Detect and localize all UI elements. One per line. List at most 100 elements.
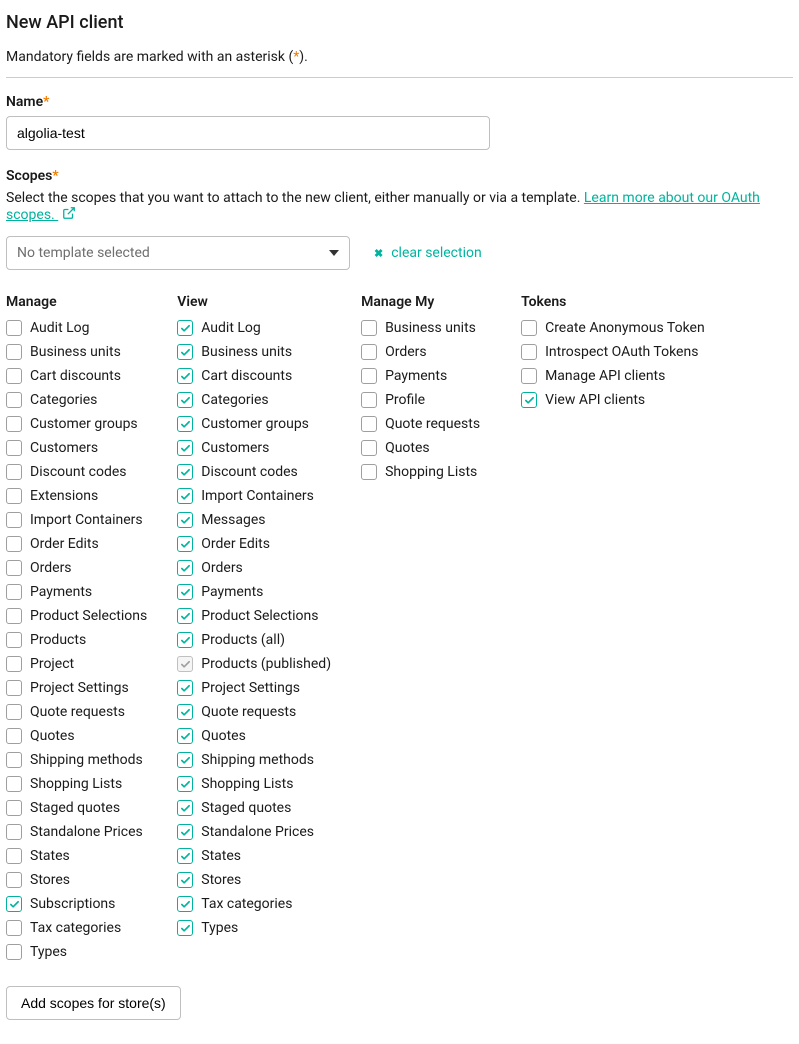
checkbox[interactable] — [6, 896, 22, 912]
checkbox[interactable] — [177, 416, 193, 432]
scope-manage-5[interactable]: Customers — [6, 440, 147, 456]
scope-view-2[interactable]: Cart discounts — [177, 368, 331, 384]
checkbox[interactable] — [361, 344, 377, 360]
checkbox[interactable] — [6, 536, 22, 552]
scope-manage_my-0[interactable]: Business units — [361, 320, 491, 336]
checkbox[interactable] — [6, 776, 22, 792]
checkbox[interactable] — [177, 872, 193, 888]
checkbox[interactable] — [177, 560, 193, 576]
scope-manage-11[interactable]: Payments — [6, 584, 147, 600]
scope-view-25[interactable]: Types — [177, 920, 331, 936]
scope-view-11[interactable]: Payments — [177, 584, 331, 600]
scope-view-12[interactable]: Product Selections — [177, 608, 331, 624]
checkbox[interactable] — [361, 416, 377, 432]
checkbox[interactable] — [6, 488, 22, 504]
checkbox[interactable] — [6, 680, 22, 696]
checkbox[interactable] — [6, 392, 22, 408]
name-input[interactable] — [6, 116, 490, 150]
checkbox[interactable] — [177, 728, 193, 744]
scope-view-0[interactable]: Audit Log — [177, 320, 331, 336]
scope-view-7[interactable]: Import Containers — [177, 488, 331, 504]
checkbox[interactable] — [6, 920, 22, 936]
checkbox[interactable] — [361, 320, 377, 336]
scope-view-5[interactable]: Customers — [177, 440, 331, 456]
scope-manage-4[interactable]: Customer groups — [6, 416, 147, 432]
scope-manage-9[interactable]: Order Edits — [6, 536, 147, 552]
checkbox[interactable] — [521, 320, 537, 336]
checkbox[interactable] — [521, 368, 537, 384]
scope-view-21[interactable]: Standalone Prices — [177, 824, 331, 840]
checkbox[interactable] — [6, 512, 22, 528]
scope-manage-7[interactable]: Extensions — [6, 488, 147, 504]
scope-manage-20[interactable]: Staged quotes — [6, 800, 147, 816]
checkbox[interactable] — [177, 824, 193, 840]
scope-manage_my-4[interactable]: Quote requests — [361, 416, 491, 432]
scope-manage-19[interactable]: Shopping Lists — [6, 776, 147, 792]
checkbox[interactable] — [6, 368, 22, 384]
checkbox[interactable] — [6, 440, 22, 456]
checkbox[interactable] — [177, 488, 193, 504]
add-scopes-button[interactable]: Add scopes for store(s) — [6, 986, 181, 1020]
checkbox[interactable] — [6, 656, 22, 672]
checkbox[interactable] — [177, 800, 193, 816]
scope-manage-8[interactable]: Import Containers — [6, 512, 147, 528]
scope-view-3[interactable]: Categories — [177, 392, 331, 408]
scope-manage-3[interactable]: Categories — [6, 392, 147, 408]
checkbox[interactable] — [6, 608, 22, 624]
scope-view-20[interactable]: Staged quotes — [177, 800, 331, 816]
scope-manage-22[interactable]: States — [6, 848, 147, 864]
scope-manage-18[interactable]: Shipping methods — [6, 752, 147, 768]
scope-manage-12[interactable]: Product Selections — [6, 608, 147, 624]
scope-view-24[interactable]: Tax categories — [177, 896, 331, 912]
scope-manage-1[interactable]: Business units — [6, 344, 147, 360]
scope-manage-2[interactable]: Cart discounts — [6, 368, 147, 384]
scope-manage_my-2[interactable]: Payments — [361, 368, 491, 384]
scope-view-19[interactable]: Shopping Lists — [177, 776, 331, 792]
checkbox[interactable] — [177, 896, 193, 912]
scope-manage-17[interactable]: Quotes — [6, 728, 147, 744]
checkbox[interactable] — [6, 752, 22, 768]
checkbox[interactable] — [361, 392, 377, 408]
scope-view-1[interactable]: Business units — [177, 344, 331, 360]
scope-view-4[interactable]: Customer groups — [177, 416, 331, 432]
checkbox[interactable] — [6, 944, 22, 960]
checkbox[interactable] — [6, 416, 22, 432]
scope-manage-16[interactable]: Quote requests — [6, 704, 147, 720]
scope-tokens-1[interactable]: Introspect OAuth Tokens — [521, 344, 705, 360]
checkbox[interactable] — [177, 392, 193, 408]
checkbox[interactable] — [6, 584, 22, 600]
template-select[interactable]: No template selected — [6, 236, 350, 270]
scope-manage-6[interactable]: Discount codes — [6, 464, 147, 480]
scope-view-9[interactable]: Order Edits — [177, 536, 331, 552]
checkbox[interactable] — [177, 464, 193, 480]
scope-manage-10[interactable]: Orders — [6, 560, 147, 576]
checkbox[interactable] — [6, 824, 22, 840]
checkbox[interactable] — [177, 704, 193, 720]
checkbox[interactable] — [6, 344, 22, 360]
checkbox[interactable] — [6, 848, 22, 864]
scope-view-10[interactable]: Orders — [177, 560, 331, 576]
checkbox[interactable] — [177, 920, 193, 936]
scope-tokens-3[interactable]: View API clients — [521, 392, 705, 408]
scope-manage-14[interactable]: Project — [6, 656, 147, 672]
checkbox[interactable] — [361, 440, 377, 456]
scope-manage_my-6[interactable]: Shopping Lists — [361, 464, 491, 480]
checkbox[interactable] — [6, 560, 22, 576]
checkbox[interactable] — [521, 344, 537, 360]
scope-view-8[interactable]: Messages — [177, 512, 331, 528]
checkbox[interactable] — [177, 608, 193, 624]
checkbox[interactable] — [6, 728, 22, 744]
checkbox[interactable] — [6, 632, 22, 648]
scope-view-16[interactable]: Quote requests — [177, 704, 331, 720]
scope-manage_my-1[interactable]: Orders — [361, 344, 491, 360]
scope-manage-15[interactable]: Project Settings — [6, 680, 147, 696]
scope-view-15[interactable]: Project Settings — [177, 680, 331, 696]
checkbox[interactable] — [177, 776, 193, 792]
checkbox[interactable] — [6, 872, 22, 888]
scope-manage-21[interactable]: Standalone Prices — [6, 824, 147, 840]
checkbox[interactable] — [361, 464, 377, 480]
scope-manage-24[interactable]: Subscriptions — [6, 896, 147, 912]
checkbox[interactable] — [6, 704, 22, 720]
checkbox[interactable] — [177, 848, 193, 864]
checkbox[interactable] — [177, 632, 193, 648]
